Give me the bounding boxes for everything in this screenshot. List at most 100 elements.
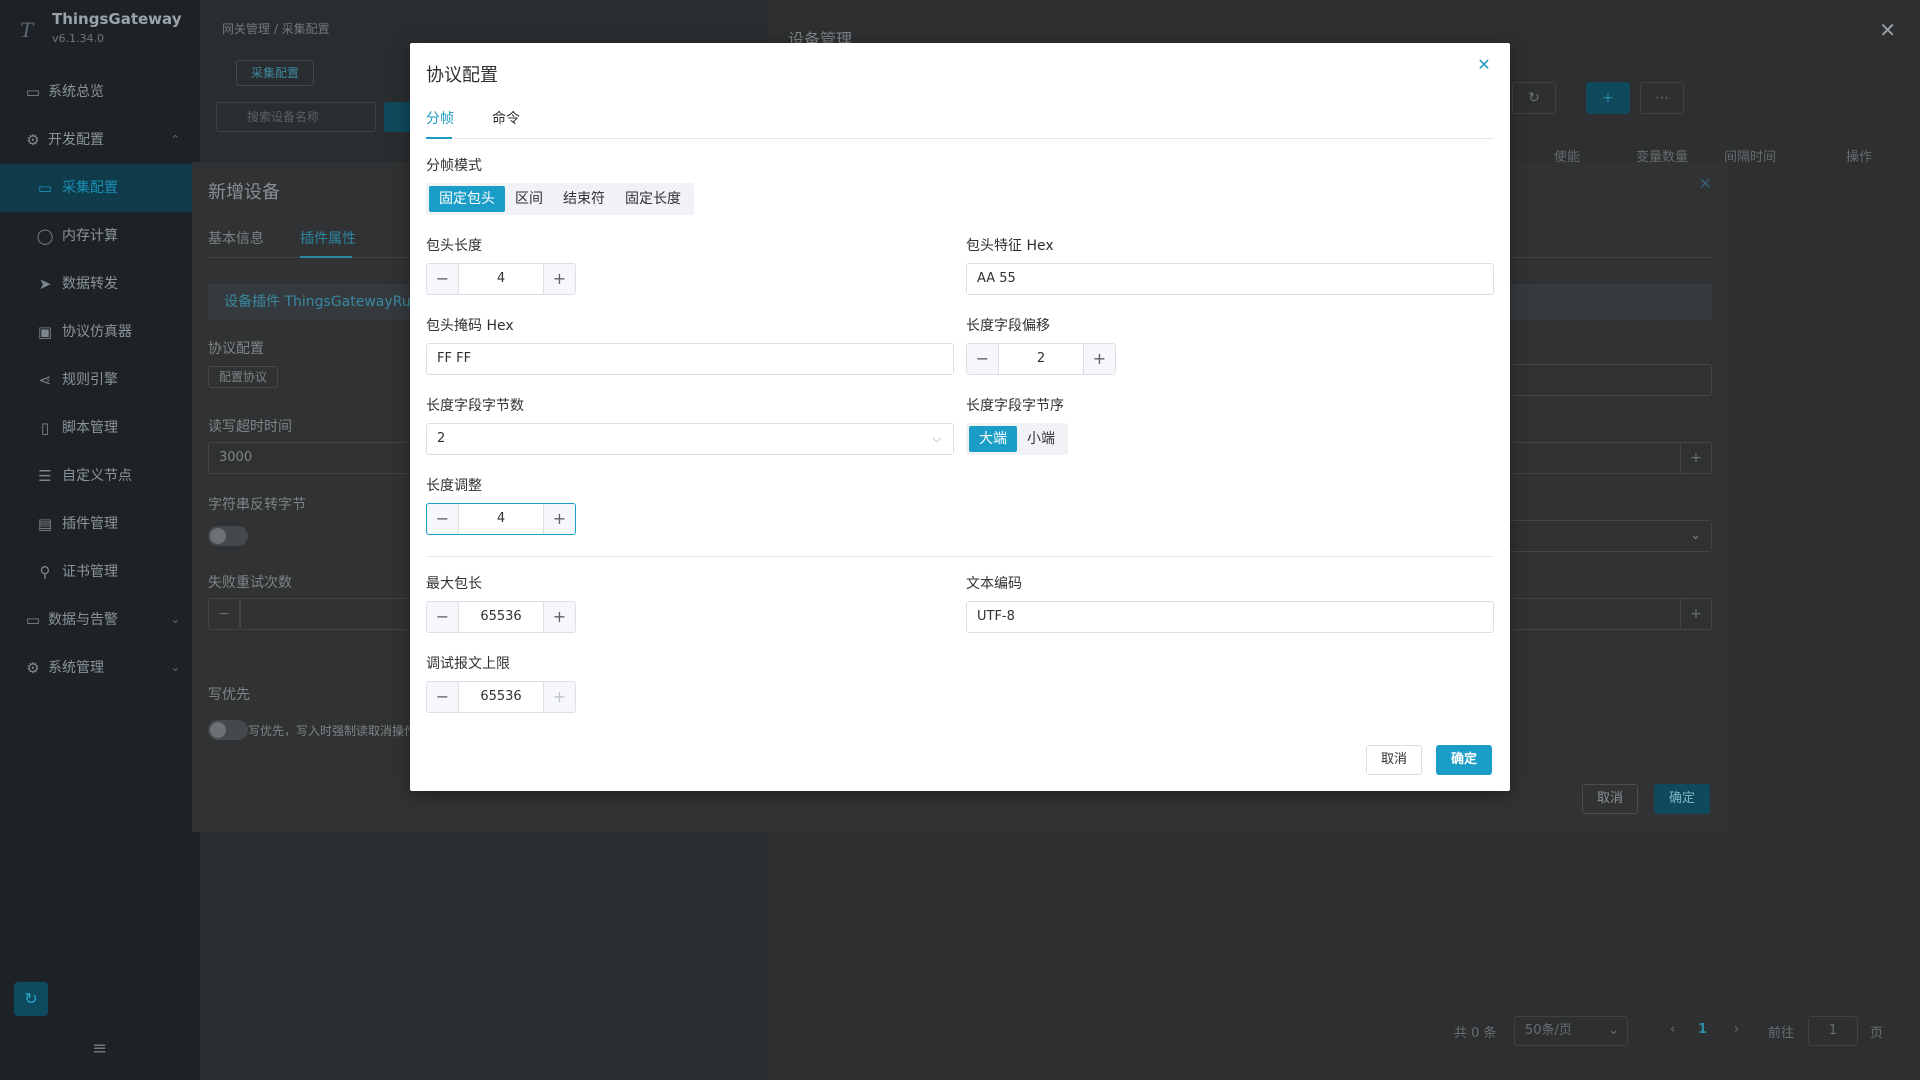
minus-icon[interactable]: − — [967, 344, 999, 374]
sidebar-item-data-alarm[interactable]: ▭ 数据与告警 ⌄ — [0, 596, 200, 644]
plus-icon[interactable]: + — [543, 504, 575, 534]
plus-icon[interactable]: + — [543, 264, 575, 294]
plus-icon[interactable]: + — [1680, 442, 1712, 474]
frame-mode-terminator[interactable]: 结束符 — [553, 186, 615, 212]
tab-active-indicator — [426, 137, 452, 139]
sidebar-item-rule-engine[interactable]: ⋖ 规则引擎 — [0, 356, 200, 404]
tab-basic-info[interactable]: 基本信息 — [208, 228, 264, 248]
send-icon: ➤ — [38, 275, 52, 293]
gear-icon: ⚙ — [26, 659, 40, 677]
refresh-icon: ↻ — [1528, 90, 1540, 106]
more-button[interactable]: ⋯ — [1640, 82, 1684, 114]
sidebar-item-overview[interactable]: ▭ 系统总览 — [0, 68, 200, 116]
sidebar-item-data-forward[interactable]: ➤ 数据转发 — [0, 260, 200, 308]
column-header: 操作 — [1846, 150, 1873, 165]
sidebar-item-collect-config[interactable]: ▭ 采集配置 — [0, 164, 200, 212]
length-adjust-input[interactable]: 4 — [459, 504, 543, 534]
close-icon[interactable]: ✕ — [1699, 174, 1712, 193]
byte-order-little-endian[interactable]: 小端 — [1017, 426, 1065, 452]
tab-plugin-props[interactable]: 插件属性 — [300, 228, 356, 248]
sliders-icon: ☰ — [38, 467, 52, 485]
configure-protocol-button[interactable]: 配置协议 — [208, 366, 279, 388]
length-offset-input[interactable]: 2 — [999, 344, 1083, 374]
sidebar-item-label: 数据与告警 — [48, 612, 118, 628]
more-icon: ⋯ — [1655, 90, 1669, 106]
sidebar-item-memory-compute[interactable]: ◯ 内存计算 — [0, 212, 200, 260]
pager-current[interactable]: 1 — [1698, 1022, 1707, 1037]
string-reverse-label: 字符串反转字节 — [208, 497, 306, 513]
minus-icon[interactable]: − — [427, 264, 459, 294]
add-button[interactable]: + — [1586, 82, 1630, 114]
cancel-button[interactable]: 取消 — [1582, 784, 1639, 814]
minus-icon[interactable]: − — [427, 602, 459, 632]
sidebar-item-label: 系统总览 — [48, 84, 104, 100]
debug-limit-stepper: − 65536 + — [426, 681, 576, 713]
sidebar-item-script-mgmt[interactable]: ▯ 脚本管理 — [0, 404, 200, 452]
plus-icon[interactable]: + — [1680, 598, 1712, 630]
pager-prev-icon[interactable]: ‹ — [1670, 1022, 1675, 1037]
tab-command[interactable]: 命令 — [492, 109, 520, 129]
sidebar: T ThingsGateway v6.1.34.0 ▭ 系统总览 ⚙ 开发配置 ⌃ ▭… — [0, 0, 200, 1080]
sidebar-item-custom-node[interactable]: ☰ 自定义节点 — [0, 452, 200, 500]
header-mask-input[interactable]: FF FF — [426, 343, 954, 375]
minus-icon[interactable]: − — [208, 598, 240, 630]
minus-icon[interactable]: − — [427, 504, 459, 534]
confirm-button[interactable]: 确定 — [1654, 784, 1711, 814]
sidebar-item-cert-mgmt[interactable]: ⚲ 证书管理 — [0, 548, 200, 596]
right-select[interactable]: ⌄ — [1502, 520, 1712, 552]
header-pattern-input[interactable]: AA 55 — [966, 263, 1494, 295]
sidebar-item-plugin-mgmt[interactable]: ▤ 插件管理 — [0, 500, 200, 548]
pager-goto-input[interactable]: 1 — [1808, 1016, 1858, 1046]
pager-total: 共 0 条 — [1454, 1026, 1497, 1041]
protocol-config-dialog: 协议配置 ✕ 分帧 命令 分帧模式 固定包头 区间 结束符 固定长度 包头长度 … — [410, 43, 1510, 791]
length-bytes-select[interactable]: 2 ⌵ — [426, 423, 954, 455]
sidebar-item-label: 协议仿真器 — [62, 324, 132, 340]
rw-timeout-label: 读写超时时间 — [208, 419, 292, 435]
sidebar-item-dev-config[interactable]: ⚙ 开发配置 ⌃ — [0, 116, 200, 164]
byte-order-big-endian[interactable]: 大端 — [969, 426, 1017, 452]
header-length-label: 包头长度 — [426, 238, 482, 254]
sidebar-item-system-mgmt[interactable]: ⚙ 系统管理 ⌄ — [0, 644, 200, 692]
plus-icon[interactable]: + — [1083, 344, 1115, 374]
pager-goto-label: 前往 — [1768, 1026, 1795, 1041]
sidebar-item-label: 数据转发 — [62, 276, 118, 292]
header-length-stepper: − 4 + — [426, 263, 576, 295]
text-encoding-input[interactable]: UTF-8 — [966, 601, 1494, 633]
sidebar-item-label: 开发配置 — [48, 132, 104, 148]
header-length-input[interactable]: 4 — [459, 264, 543, 294]
chevron-up-icon: ⌃ — [170, 133, 180, 146]
monitor-icon: ▭ — [25, 83, 41, 101]
write-priority-toggle[interactable] — [208, 720, 248, 740]
sidebar-item-simulator[interactable]: ▣ 协议仿真器 — [0, 308, 200, 356]
tab-framing[interactable]: 分帧 — [426, 109, 454, 129]
plugin-icon: ▤ — [37, 515, 53, 533]
header-mask-label: 包头掩码 Hex — [426, 318, 514, 334]
debug-limit-input[interactable]: 65536 — [459, 682, 543, 712]
cancel-button[interactable]: 取消 — [1366, 745, 1423, 775]
refresh-button[interactable]: ↻ — [14, 982, 48, 1016]
plus-icon[interactable]: + — [543, 682, 575, 712]
frame-mode-fixed-header[interactable]: 固定包头 — [429, 186, 505, 212]
length-bytes-value: 2 — [437, 431, 446, 446]
string-reverse-toggle[interactable] — [208, 526, 248, 546]
menu-toggle-icon[interactable]: ≡ — [92, 1038, 107, 1059]
close-icon[interactable]: ✕ — [1879, 18, 1896, 42]
sidebar-item-label: 系统管理 — [48, 660, 104, 676]
tab-active-indicator — [300, 256, 352, 258]
refresh-button[interactable]: ↻ — [1512, 82, 1556, 114]
frame-mode-fixed-length[interactable]: 固定长度 — [615, 186, 691, 212]
right-input[interactable] — [1502, 364, 1712, 396]
frame-mode-range[interactable]: 区间 — [505, 186, 553, 212]
confirm-button[interactable]: 确定 — [1436, 745, 1493, 775]
plus-icon[interactable]: + — [543, 602, 575, 632]
page-tag[interactable]: 采集配置 — [236, 60, 315, 86]
minus-icon[interactable]: − — [427, 682, 459, 712]
pager-next-icon[interactable]: › — [1734, 1022, 1739, 1037]
logo-icon: T — [20, 18, 34, 42]
search-input[interactable]: 搜索设备名称 — [216, 102, 376, 132]
chevron-down-icon: ⌄ — [170, 613, 180, 626]
page-size-select[interactable]: 50条/页 ⌄ — [1514, 1016, 1628, 1046]
certificate-icon: ⚲ — [39, 563, 51, 581]
max-packet-input[interactable]: 65536 — [459, 602, 543, 632]
close-icon[interactable]: ✕ — [1474, 55, 1494, 75]
